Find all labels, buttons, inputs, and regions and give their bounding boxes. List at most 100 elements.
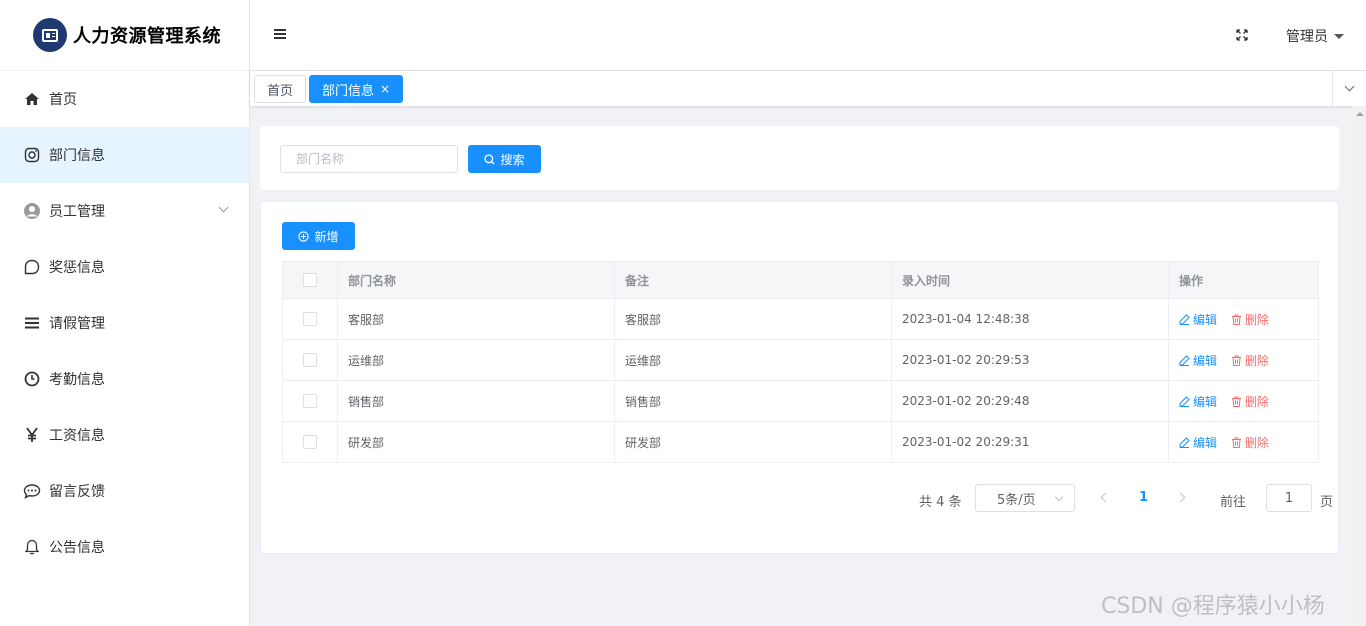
user-circle-icon	[23, 202, 41, 220]
department-table: 部门名称 备注 录入时间 操作 客服部 客服部 2023-01-04 12:48…	[282, 261, 1319, 463]
tab-home[interactable]: 首页	[254, 75, 307, 103]
list-icon	[23, 314, 41, 332]
edit-icon	[1179, 354, 1190, 366]
cell-name: 研发部	[337, 421, 615, 463]
cell-name: 销售部	[337, 380, 615, 422]
sidebar-item-label: 考勤信息	[49, 372, 105, 388]
close-icon[interactable]: ×	[380, 82, 390, 96]
cell-remark: 客服部	[614, 298, 892, 340]
edit-button[interactable]: 编辑	[1179, 352, 1217, 369]
sidebar-item-employee[interactable]: 员工管理	[0, 183, 249, 239]
comment-dots-icon	[23, 482, 41, 500]
row-checkbox[interactable]	[303, 435, 317, 449]
trash-icon	[1231, 396, 1241, 407]
sidebar-item-label: 部门信息	[49, 148, 105, 164]
sidebar-item-reward[interactable]: 奖惩信息	[0, 239, 249, 295]
cell-remark: 研发部	[614, 421, 892, 463]
edit-icon	[1179, 313, 1190, 325]
edit-icon	[1179, 395, 1190, 407]
select-all-checkbox[interactable]	[303, 273, 317, 287]
table-row: 运维部 运维部 2023-01-02 20:29:53 编辑 删除	[282, 339, 1319, 381]
edit-button[interactable]: 编辑	[1179, 311, 1217, 328]
scroll-up-arrow-icon[interactable]	[1356, 112, 1364, 116]
user-menu[interactable]: 管理员	[1286, 26, 1344, 46]
row-checkbox[interactable]	[303, 312, 317, 326]
sidebar-item-label: 留言反馈	[49, 484, 105, 500]
sidebar-item-label: 公告信息	[49, 540, 105, 556]
plus-circle-icon	[298, 230, 310, 242]
page-number-current[interactable]: 1	[1139, 490, 1148, 505]
yen-icon	[23, 426, 41, 444]
next-page-icon[interactable]	[1175, 492, 1186, 503]
sidebar-item-salary[interactable]: 工资信息	[0, 407, 249, 463]
department-name-input[interactable]	[280, 145, 458, 173]
instagram-icon	[23, 146, 41, 164]
sidebar-item-leave[interactable]: 请假管理	[0, 295, 249, 351]
chevron-down-icon	[1344, 81, 1355, 92]
chat-bubble-icon	[23, 258, 41, 276]
goto-label: 前往	[1220, 495, 1247, 510]
table-panel: 新增 部门名称 备注 录入时间 操作 客服部 客服部 2023-01-04 12…	[260, 201, 1339, 554]
row-checkbox-cell	[282, 380, 338, 422]
edit-button[interactable]: 编辑	[1179, 434, 1217, 451]
search-button-label: 搜索	[500, 152, 525, 167]
add-button[interactable]: 新增	[282, 222, 355, 250]
delete-button[interactable]: 删除	[1231, 352, 1269, 369]
add-button-label: 新增	[314, 229, 339, 244]
row-checkbox[interactable]	[303, 353, 317, 367]
sidebar-item-home[interactable]: 首页	[0, 71, 249, 127]
column-header-name: 部门名称	[337, 261, 615, 299]
cell-time: 2023-01-04 12:48:38	[891, 298, 1169, 340]
column-header-remark: 备注	[614, 261, 892, 299]
page-size-value: 5条/页	[997, 492, 1036, 508]
delete-label: 删除	[1244, 353, 1269, 368]
cell-actions: 编辑 删除	[1168, 380, 1319, 422]
chevron-down-icon	[218, 202, 229, 213]
tab-department[interactable]: 部门信息 ×	[309, 75, 404, 103]
page-size-select[interactable]: 5条/页	[975, 484, 1075, 512]
delete-button[interactable]: 删除	[1231, 311, 1269, 328]
user-name: 管理员	[1286, 29, 1328, 45]
tab-label: 部门信息	[322, 83, 375, 99]
delete-label: 删除	[1244, 312, 1269, 327]
cell-time: 2023-01-02 20:29:31	[891, 421, 1169, 463]
edit-button[interactable]: 编辑	[1179, 393, 1217, 410]
pagination: 共 4 条 5条/页 1 前往 页	[261, 484, 1340, 514]
edit-icon	[1179, 436, 1190, 448]
sidebar-item-label: 工资信息	[49, 428, 105, 444]
table-row: 客服部 客服部 2023-01-04 12:48:38 编辑 删除	[282, 298, 1319, 340]
fullscreen-icon[interactable]	[1236, 29, 1248, 41]
search-panel: 搜索	[260, 126, 1339, 190]
sidebar-item-label: 请假管理	[49, 316, 105, 332]
sidebar-item-department[interactable]: 部门信息	[0, 127, 249, 183]
table-row: 销售部 销售部 2023-01-02 20:29:48 编辑 删除	[282, 380, 1319, 422]
menu-toggle-icon[interactable]	[274, 29, 286, 41]
cell-actions: 编辑 删除	[1168, 339, 1319, 381]
cell-name: 运维部	[337, 339, 615, 381]
cell-name: 客服部	[337, 298, 615, 340]
sidebar: 人力资源管理系统 首页 部门信息 员工管理 奖惩信息 请假管理 考勤信息 工资信…	[0, 0, 250, 626]
goto-page-input[interactable]	[1266, 484, 1312, 512]
tab-label: 首页	[267, 83, 294, 99]
prev-page-icon[interactable]	[1100, 492, 1111, 503]
scrollbar[interactable]	[1352, 106, 1366, 626]
sidebar-item-feedback[interactable]: 留言反馈	[0, 463, 249, 519]
sidebar-item-label: 奖惩信息	[49, 260, 105, 276]
caret-down-icon	[1334, 33, 1344, 39]
edit-label: 编辑	[1193, 353, 1218, 368]
sidebar-item-attendance[interactable]: 考勤信息	[0, 351, 249, 407]
app-title: 人力资源管理系统	[73, 26, 221, 47]
cell-time: 2023-01-02 20:29:53	[891, 339, 1169, 381]
delete-button[interactable]: 删除	[1231, 393, 1269, 410]
column-header-time: 录入时间	[891, 261, 1169, 299]
row-checkbox[interactable]	[303, 394, 317, 408]
edit-label: 编辑	[1193, 435, 1218, 450]
delete-button[interactable]: 删除	[1231, 434, 1269, 451]
sidebar-item-notice[interactable]: 公告信息	[0, 519, 249, 575]
watermark: CSDN @程序猿小小杨	[1101, 594, 1325, 619]
search-button[interactable]: 搜索	[468, 145, 541, 173]
id-card-icon	[33, 18, 67, 52]
delete-label: 删除	[1244, 394, 1269, 409]
clock-icon	[23, 370, 41, 388]
tab-dropdown-button[interactable]	[1332, 71, 1366, 106]
